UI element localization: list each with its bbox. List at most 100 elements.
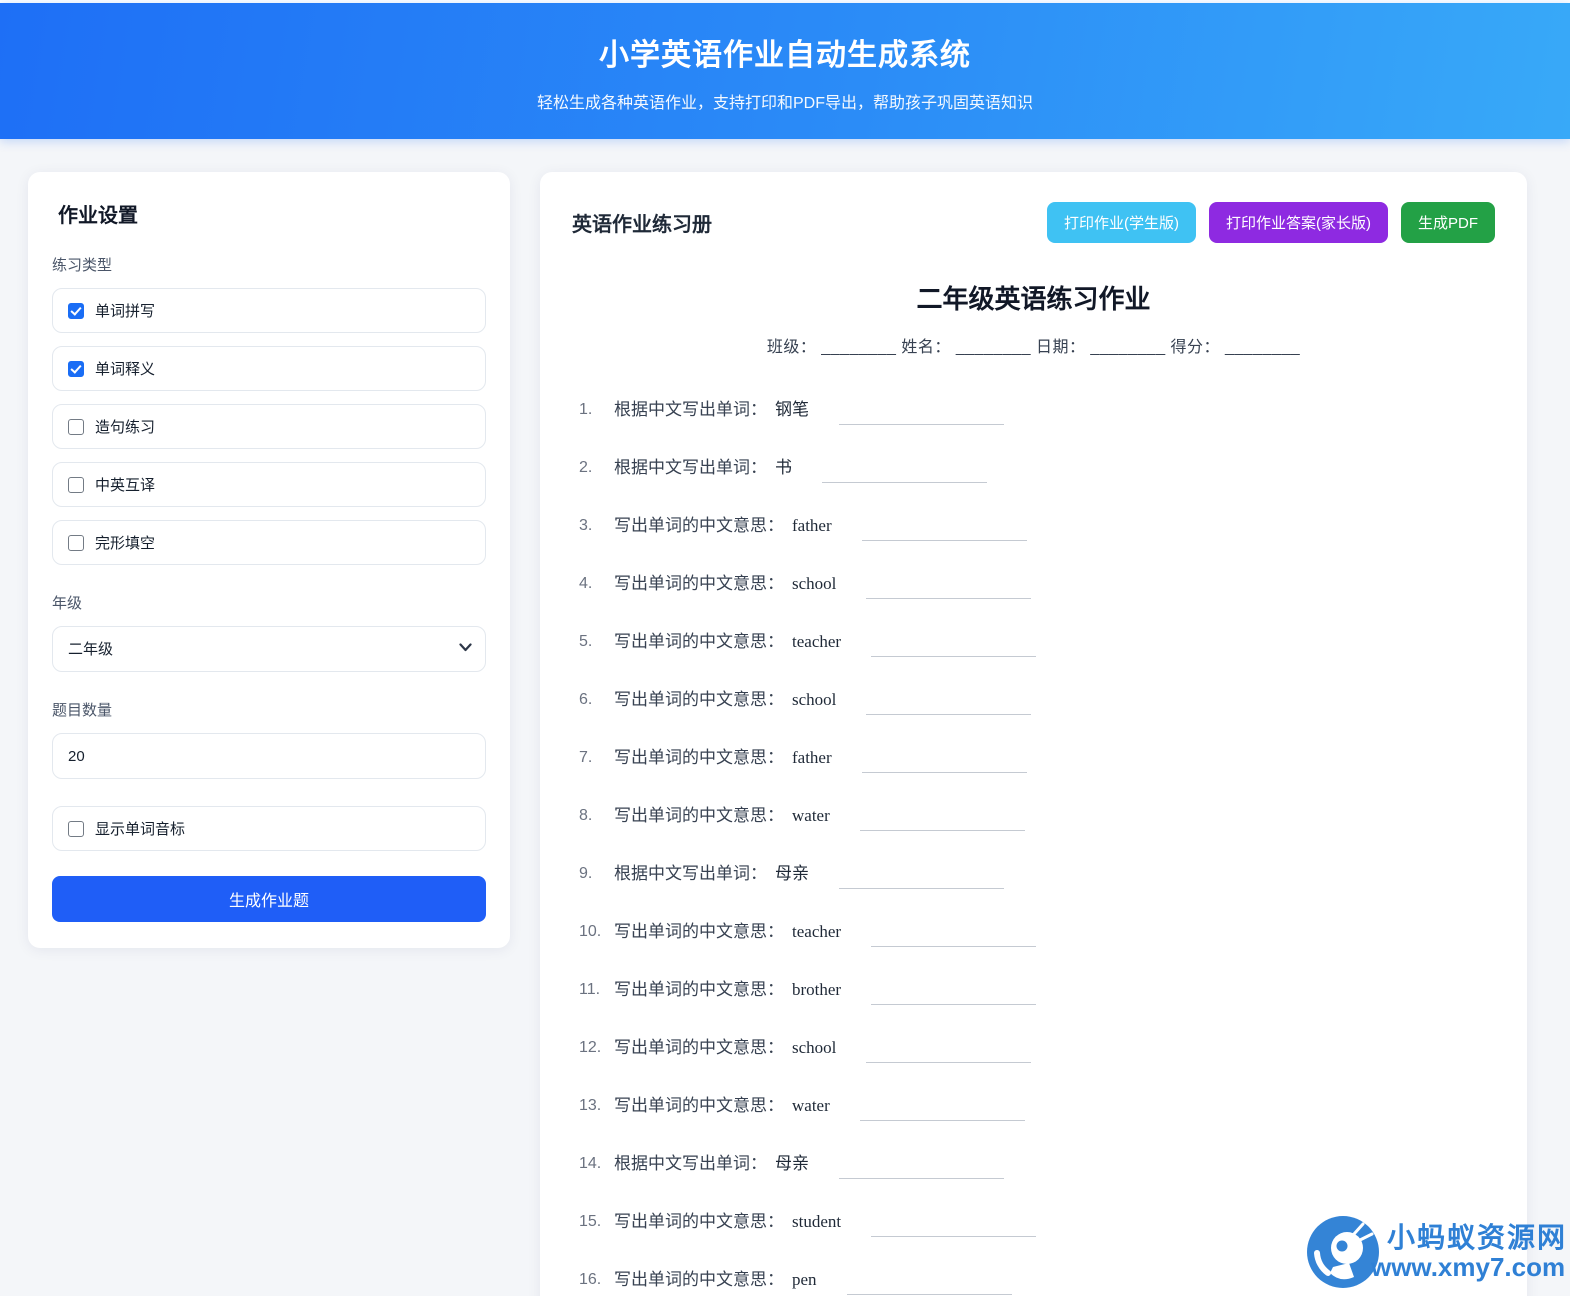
question-prompt: 写出单词的中文意思：: [614, 1096, 784, 1115]
question-count-label: 题目数量: [52, 702, 113, 719]
question-prompt: 写出单词的中文意思：: [614, 806, 784, 825]
watermark-site-name: 小蚂蚁资源网: [1386, 1221, 1567, 1253]
translation-checkbox[interactable]: [68, 476, 84, 493]
question-number: 2.: [579, 459, 593, 476]
show-phonetic-label: 显示单词音标: [95, 821, 186, 838]
watermark-link[interactable]: 小蚂蚁资源网 www.xmy7.com: [1306, 1215, 1567, 1289]
question-word: 钢笔: [775, 400, 809, 419]
question-number: 11.: [579, 981, 601, 998]
answer-blank-line: [859, 830, 1025, 831]
generate-homework-button[interactable]: 生成作业题: [52, 876, 486, 922]
grade-select-wrap: 二年级: [52, 626, 486, 672]
question-prompt: 根据中文写出单词：: [614, 1154, 767, 1173]
show-phonetic-option[interactable]: 显示单词音标: [52, 806, 486, 851]
question-list: 1. 根据中文写出单词： 钢笔 2. 根据中文写出单词： 书 3. 写出单词的中…: [572, 397, 1495, 1296]
exercise-option-label: 单词释义: [95, 361, 156, 378]
question-number: 12.: [579, 1039, 602, 1056]
word-spelling-checkbox[interactable]: [68, 302, 84, 319]
question-word: 母亲: [775, 864, 809, 883]
question-number: 13.: [579, 1097, 602, 1114]
question-prompt: 写出单词的中文意思：: [614, 1270, 784, 1289]
question-prompt: 写出单词的中文意思：: [614, 574, 784, 593]
exercise-option-translation[interactable]: 中英互译: [52, 462, 486, 507]
question-number: 15.: [579, 1213, 602, 1230]
print-student-button[interactable]: 打印作业(学生版): [1046, 202, 1196, 243]
question-row: 6. 写出单词的中文意思： school: [579, 687, 1495, 715]
settings-title: 作业设置: [58, 205, 138, 227]
question-prompt: 写出单词的中文意思：: [614, 1038, 784, 1057]
question-row: 7. 写出单词的中文意思： father: [579, 745, 1495, 773]
question-word: teacher: [792, 632, 842, 651]
exercise-type-label: 练习类型: [52, 257, 113, 274]
question-word: pen: [792, 1270, 817, 1289]
question-row: 1. 根据中文写出单词： 钢笔: [579, 397, 1495, 425]
worksheet-info-line: 班级： ________ 姓名： ________ 日期： ________ 得…: [766, 339, 1301, 356]
exercise-option-label: 中英互译: [95, 477, 156, 494]
watermark-site-url: www.xmy7.com: [1370, 1252, 1566, 1283]
exercise-option-word-spelling[interactable]: 单词拼写: [52, 288, 486, 333]
exercise-option-cloze[interactable]: 完形填空: [52, 520, 486, 565]
question-prompt: 写出单词的中文意思：: [614, 1212, 784, 1231]
question-row: 2. 根据中文写出单词： 书: [579, 455, 1495, 483]
answer-blank-line: [861, 772, 1027, 773]
settings-panel: 作业设置 练习类型 单词拼写 单词释义 造句练习 中英互译 完形填空 年级 二年…: [28, 172, 510, 948]
worksheet-title: 二年级英语练习作业: [916, 284, 1151, 314]
question-word: school: [792, 690, 837, 709]
question-number: 16.: [579, 1271, 602, 1288]
question-number: 7.: [579, 749, 593, 766]
generate-pdf-button[interactable]: 生成PDF: [1400, 202, 1495, 243]
question-row: 11. 写出单词的中文意思： brother: [579, 977, 1495, 1005]
exercise-option-label: 造句练习: [95, 419, 156, 436]
answer-blank-line: [822, 482, 987, 483]
question-number: 10.: [579, 923, 602, 940]
ant-logo-icon: [1306, 1216, 1379, 1288]
question-prompt: 写出单词的中文意思：: [614, 516, 784, 535]
question-row: 9. 根据中文写出单词： 母亲: [579, 861, 1495, 889]
answer-blank-line: [839, 888, 1004, 889]
answer-blank-line: [871, 656, 1037, 657]
answer-blank-line: [871, 1236, 1037, 1237]
question-row: 5. 写出单词的中文意思： teacher: [579, 629, 1495, 657]
question-prompt: 写出单词的中文意思：: [614, 748, 784, 767]
exercise-option-label: 完形填空: [95, 535, 156, 552]
answer-blank-line: [859, 1120, 1025, 1121]
exercise-option-sentence[interactable]: 造句练习: [52, 404, 486, 449]
question-word: school: [792, 1038, 837, 1057]
cloze-checkbox[interactable]: [68, 534, 84, 551]
question-word: brother: [792, 980, 842, 999]
answer-blank-line: [866, 714, 1032, 715]
grade-select[interactable]: 二年级: [52, 626, 486, 672]
answer-blank-line: [839, 1178, 1004, 1179]
content-area: 作业设置 练习类型 单词拼写 单词释义 造句练习 中英互译 完形填空 年级 二年…: [0, 139, 1570, 1296]
word-meaning-checkbox[interactable]: [68, 360, 84, 377]
question-number: 3.: [579, 517, 593, 534]
question-count-input[interactable]: [52, 733, 486, 779]
workbook-header: 英语作业练习册 打印作业(学生版) 打印作业答案(家长版) 生成PDF: [572, 202, 1495, 243]
question-word: student: [792, 1212, 842, 1231]
question-row: 3. 写出单词的中文意思： father: [579, 513, 1495, 541]
question-number: 5.: [579, 633, 593, 650]
question-word: water: [792, 1096, 830, 1115]
question-prompt: 写出单词的中文意思：: [614, 632, 784, 651]
question-word: father: [792, 748, 832, 767]
question-row: 10. 写出单词的中文意思： teacher: [579, 919, 1495, 947]
question-word: 母亲: [775, 1154, 809, 1173]
question-number: 1.: [579, 401, 593, 418]
question-prompt: 根据中文写出单词：: [614, 400, 767, 419]
show-phonetic-checkbox[interactable]: [68, 820, 84, 837]
question-word: school: [792, 574, 837, 593]
app-header: 小学英语作业自动生成系统 轻松生成各种英语作业，支持打印和PDF导出，帮助孩子巩…: [0, 3, 1570, 139]
question-word: water: [792, 806, 830, 825]
answer-blank-line: [839, 424, 1004, 425]
exercise-option-word-meaning[interactable]: 单词释义: [52, 346, 486, 391]
print-answer-button[interactable]: 打印作业答案(家长版): [1208, 202, 1388, 243]
sentence-checkbox[interactable]: [68, 418, 84, 435]
answer-blank-line: [871, 946, 1037, 947]
question-prompt: 写出单词的中文意思：: [614, 922, 784, 941]
question-number: 4.: [579, 575, 593, 592]
question-number: 9.: [579, 865, 593, 882]
question-number: 6.: [579, 691, 593, 708]
question-word: 书: [775, 458, 792, 477]
question-row: 12. 写出单词的中文意思： school: [579, 1035, 1495, 1063]
answer-blank-line: [866, 1062, 1032, 1063]
